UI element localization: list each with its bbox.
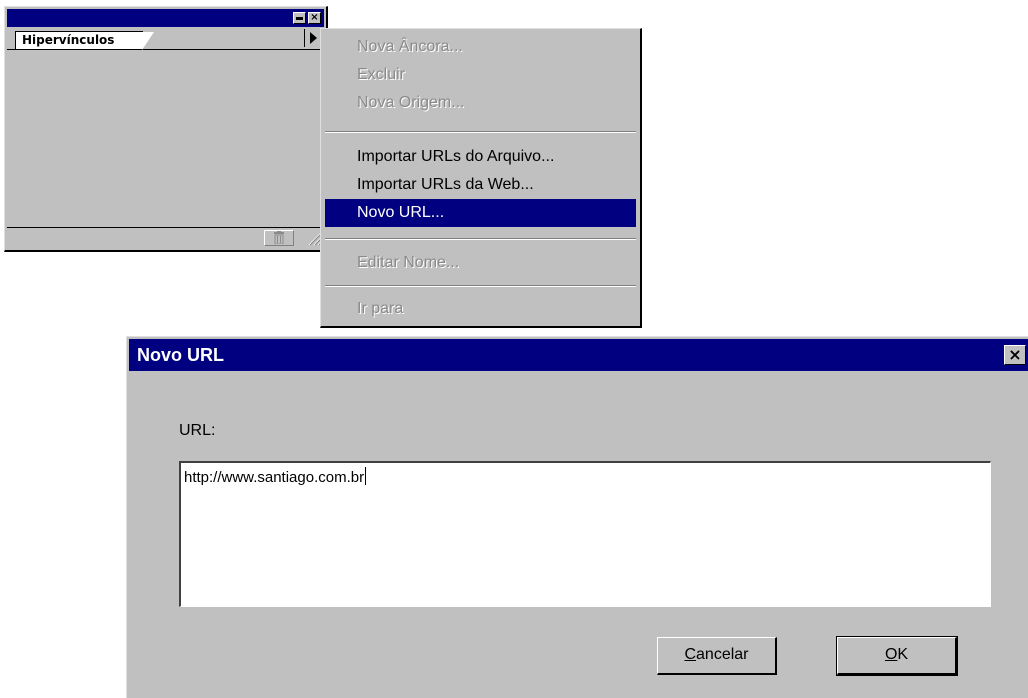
ok-label-rest: K: [897, 646, 909, 663]
menu-separator: [325, 131, 636, 133]
menu-item-import-urls-web[interactable]: Importar URLs da Web...: [325, 171, 636, 199]
cancel-mnemonic: C: [684, 646, 697, 663]
cancel-button[interactable]: Cancelar: [657, 637, 777, 675]
new-url-dialog: Novo URL × URL: http://www.santiago.com.…: [126, 336, 1028, 698]
url-input-value: http://www.santiago.com.br: [184, 469, 365, 486]
menu-separator: [325, 238, 636, 240]
tab-hyperlinks[interactable]: Hipervínculos: [15, 31, 154, 50]
hyperlinks-flyout-menu: Nova Âncora... Excluir Nova Origem... Im…: [320, 28, 642, 328]
cancel-label-rest: ancelar: [696, 646, 749, 663]
menu-separator: [325, 285, 636, 287]
url-label: URL:: [179, 422, 216, 439]
close-icon[interactable]: ×: [308, 12, 321, 24]
palette-tab-row: Hipervínculos: [7, 29, 324, 50]
dialog-title: Novo URL: [137, 345, 224, 365]
trash-icon[interactable]: [264, 230, 294, 246]
menu-item-new-source[interactable]: Nova Origem...: [325, 89, 636, 117]
ok-mnemonic: O: [884, 646, 898, 663]
hyperlinks-palette: × Hipervínculos: [4, 6, 328, 252]
close-icon[interactable]: ×: [1004, 345, 1026, 365]
palette-titlebar[interactable]: ×: [7, 9, 324, 27]
palette-bottom-bar: [7, 227, 324, 248]
ok-button[interactable]: OK: [836, 636, 958, 676]
menu-item-new-anchor[interactable]: Nova Âncora...: [325, 33, 636, 61]
text-caret: [365, 467, 367, 485]
menu-item-go-to[interactable]: Ir para: [325, 295, 636, 323]
menu-item-import-urls-file[interactable]: Importar URLs do Arquivo...: [325, 143, 636, 171]
minimize-icon[interactable]: [293, 12, 306, 24]
dialog-titlebar[interactable]: Novo URL ×: [129, 339, 1028, 371]
menu-item-edit-name[interactable]: Editar Nome...: [325, 249, 636, 277]
menu-item-delete[interactable]: Excluir: [325, 61, 636, 89]
menu-item-new-url[interactable]: Novo URL...: [325, 199, 636, 227]
url-input[interactable]: http://www.santiago.com.br: [179, 461, 991, 607]
